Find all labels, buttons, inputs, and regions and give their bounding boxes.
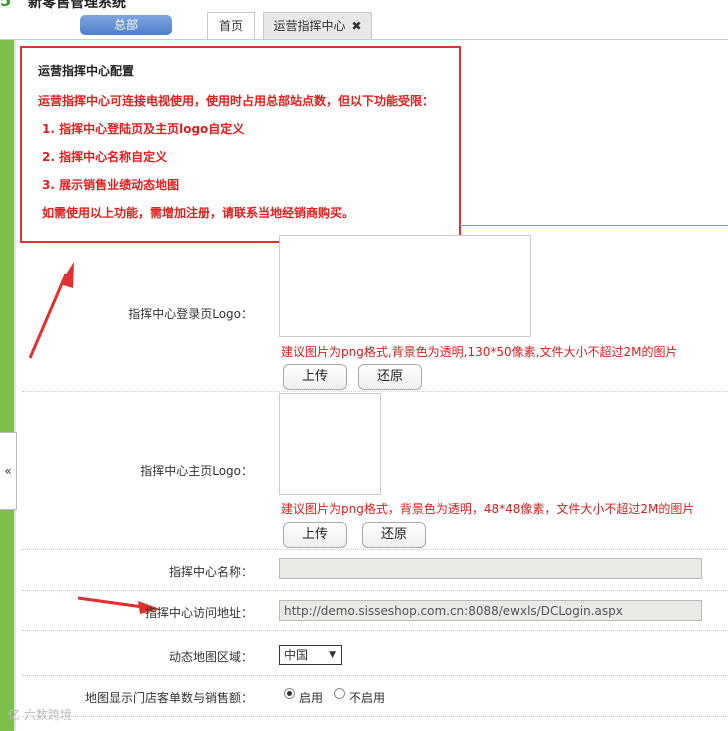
map-region-value: 中国 xyxy=(284,648,309,662)
home-logo-label: 指挥中心主页Logo： xyxy=(140,464,253,478)
login-logo-label: 指挥中心登录页Logo： xyxy=(128,307,253,321)
row-divider xyxy=(22,549,728,550)
login-logo-upload-button[interactable]: 上传 xyxy=(283,364,347,390)
row-divider xyxy=(22,716,728,717)
login-logo-preview xyxy=(279,235,531,337)
radio-enable[interactable] xyxy=(284,688,295,699)
name-field[interactable] xyxy=(279,558,702,579)
home-logo-upload-button[interactable]: 上传 xyxy=(283,522,347,548)
row-divider xyxy=(22,391,728,392)
radio-disable-label: 不启用 xyxy=(349,691,386,705)
chevron-down-icon: ▼ xyxy=(329,650,336,660)
login-logo-restore-button[interactable]: 还原 xyxy=(358,364,422,390)
row-divider xyxy=(22,590,728,591)
show-stats-label: 地图显示门店客单数与销售额： xyxy=(84,691,253,705)
home-logo-hint: 建议图片为png格式，背景色为透明，48*48像素，文件大小不超过2M的图片 xyxy=(281,502,695,516)
home-logo-restore-button[interactable]: 还原 xyxy=(362,522,426,548)
radio-enable-label: 启用 xyxy=(299,691,324,705)
home-logo-preview xyxy=(279,393,381,495)
map-region-select[interactable]: 中国 ▼ xyxy=(279,645,342,665)
url-field[interactable]: http://demo.sisseshop.com.cn:8088/ewxls/… xyxy=(279,600,702,621)
name-label: 指挥中心名称： xyxy=(168,565,253,579)
row-divider xyxy=(22,630,728,631)
map-region-label: 动态地图区域： xyxy=(168,650,253,664)
watermark: 亿 六数跨境 xyxy=(8,708,72,722)
row-divider xyxy=(22,675,728,676)
login-logo-hint: 建议图片为png格式,背景色为透明,130*50像素,文件大小不超过2M的图片 xyxy=(281,345,678,359)
radio-disable[interactable] xyxy=(334,688,345,699)
url-label: 指挥中心访问地址： xyxy=(144,606,253,620)
